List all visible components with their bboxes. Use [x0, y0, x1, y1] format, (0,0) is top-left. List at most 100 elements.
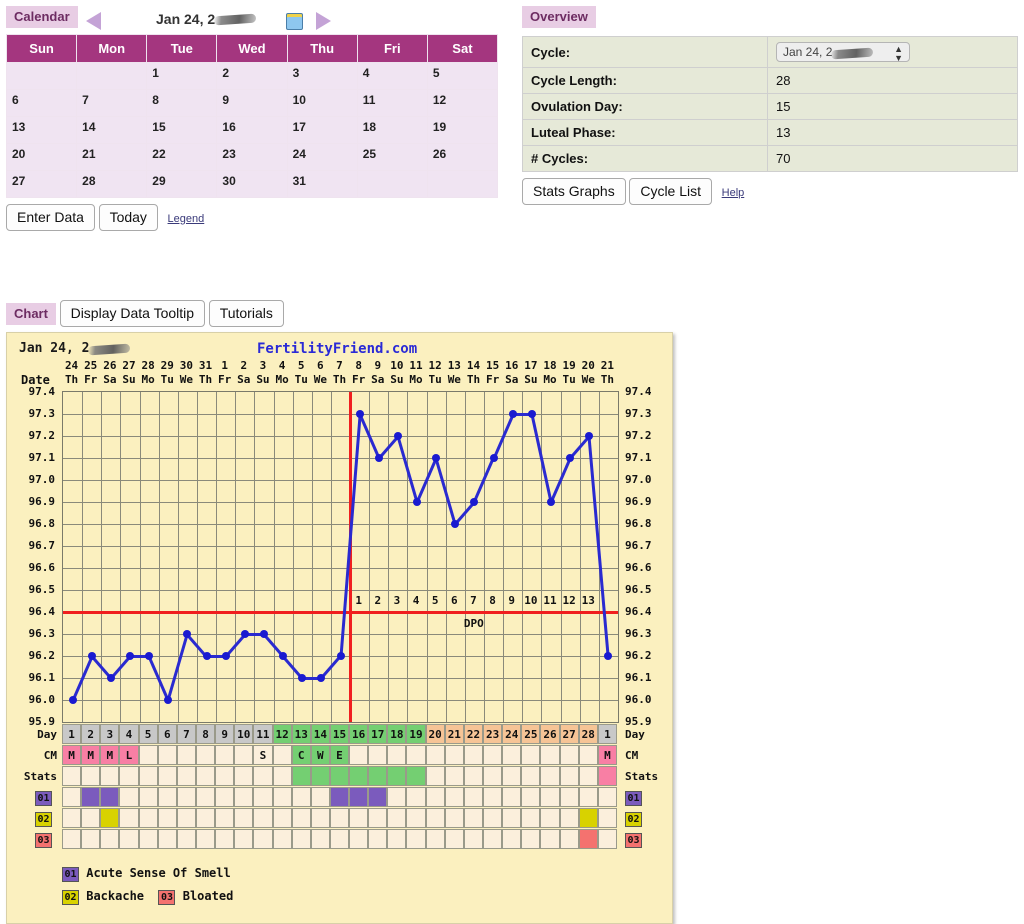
chart-stats-cell[interactable] — [81, 766, 101, 786]
chart-symptom-cell-01[interactable] — [597, 787, 617, 807]
chart-data-point[interactable] — [547, 498, 556, 506]
chart-symptom-cell-01[interactable] — [234, 787, 254, 807]
chart-cm-cell[interactable] — [521, 745, 541, 765]
chart-symptom-cell-01[interactable] — [62, 787, 82, 807]
chart-day-cell[interactable]: 11 — [253, 724, 273, 744]
calendar-day-2[interactable]: 2 — [216, 62, 288, 90]
chart-data-point[interactable] — [432, 454, 441, 462]
calendar-day-12[interactable]: 12 — [426, 89, 499, 117]
chart-stats-cell[interactable] — [463, 766, 484, 786]
chart-symptom-cell-02[interactable] — [272, 808, 292, 828]
calendar-day-31[interactable]: 31 — [286, 170, 358, 198]
calendar-day-6[interactable]: 6 — [5, 89, 78, 117]
chart-data-point[interactable] — [451, 520, 460, 528]
chart-data-point[interactable] — [604, 652, 613, 660]
chart-symptom-cell-03[interactable] — [502, 829, 522, 849]
chart-cm-cell[interactable] — [425, 745, 445, 765]
chart-cm-cell[interactable]: M — [81, 745, 101, 765]
chart-data-point[interactable] — [527, 410, 536, 418]
chart-symptom-cell-03[interactable] — [349, 829, 369, 849]
chart-symptom-cell-01[interactable] — [463, 787, 484, 807]
chart-cm-cell[interactable]: M — [100, 745, 120, 765]
chart-symptom-cell-03[interactable] — [483, 829, 503, 849]
chart-cm-cell[interactable] — [502, 745, 522, 765]
chart-symptom-cell-03[interactable] — [425, 829, 445, 849]
prev-month-icon[interactable] — [86, 12, 101, 30]
chart-data-point[interactable] — [221, 652, 230, 660]
chart-stats-cell[interactable] — [310, 766, 330, 786]
chart-stats-cell[interactable] — [176, 766, 196, 786]
chart-day-cell[interactable]: 13 — [291, 724, 311, 744]
calendar-day-26[interactable]: 26 — [426, 143, 499, 171]
chart-day-cell[interactable]: 5 — [138, 724, 158, 744]
chart-day-cell[interactable]: 1 — [597, 724, 617, 744]
chart-symptom-cell-03[interactable] — [176, 829, 196, 849]
chart-day-cell[interactable]: 7 — [176, 724, 196, 744]
chart-symptom-cell-03[interactable] — [291, 829, 311, 849]
chart-day-cell[interactable]: 17 — [368, 724, 388, 744]
chart-symptom-cell-02[interactable] — [597, 808, 617, 828]
chart-stats-cell[interactable] — [540, 766, 560, 786]
chart-symptom-cell-03[interactable] — [597, 829, 617, 849]
calendar-day-17[interactable]: 17 — [286, 116, 358, 144]
chart-symptom-cell-01[interactable] — [329, 787, 350, 807]
chart-data-point[interactable] — [489, 454, 498, 462]
chart-symptom-cell-03[interactable] — [81, 829, 101, 849]
chart-stats-cell[interactable] — [157, 766, 177, 786]
chart-symptom-cell-02[interactable] — [349, 808, 369, 828]
chart-day-cell[interactable]: 21 — [444, 724, 464, 744]
chart-cm-cell[interactable] — [272, 745, 292, 765]
tutorials-button[interactable]: Tutorials — [208, 300, 284, 327]
chart-cm-cell[interactable] — [349, 745, 369, 765]
chart-day-cell[interactable]: 9 — [215, 724, 235, 744]
chart-day-cell[interactable]: 18 — [387, 724, 407, 744]
chart-data-point[interactable] — [413, 498, 422, 506]
chart-stats-cell[interactable] — [138, 766, 158, 786]
calendar-day-3[interactable]: 3 — [286, 62, 358, 90]
chart-symptom-cell-01[interactable] — [195, 787, 216, 807]
chart-stats-cell[interactable] — [100, 766, 120, 786]
chart-symptom-cell-01[interactable] — [578, 787, 598, 807]
chart-cm-cell[interactable] — [157, 745, 177, 765]
next-month-icon[interactable] — [316, 12, 331, 30]
calendar-day-19[interactable]: 19 — [426, 116, 499, 144]
chart-symptom-cell-02[interactable] — [463, 808, 484, 828]
chart-stats-cell[interactable] — [329, 766, 350, 786]
chart-symptom-cell-03[interactable] — [329, 829, 350, 849]
chart-symptom-cell-01[interactable] — [387, 787, 407, 807]
chart-symptom-cell-03[interactable] — [234, 829, 254, 849]
calendar-day-16[interactable]: 16 — [216, 116, 288, 144]
chart-data-point[interactable] — [240, 630, 249, 638]
chart-symptom-cell-03[interactable] — [444, 829, 464, 849]
calendar-day-10[interactable]: 10 — [286, 89, 358, 117]
chart-stats-cell[interactable] — [425, 766, 445, 786]
chart-data-point[interactable] — [317, 674, 326, 682]
chart-symptom-cell-02[interactable] — [62, 808, 82, 828]
chart-day-cell[interactable]: 1 — [62, 724, 82, 744]
cycle-list-button[interactable]: Cycle List — [629, 178, 713, 205]
chart-cm-cell[interactable] — [463, 745, 484, 765]
calendar-day-4[interactable]: 4 — [356, 62, 428, 90]
chart-day-cell[interactable]: 26 — [540, 724, 560, 744]
chart-symptom-cell-01[interactable] — [540, 787, 560, 807]
chart-cm-cell[interactable]: L — [119, 745, 139, 765]
chart-stats-cell[interactable] — [559, 766, 579, 786]
calendar-day-22[interactable]: 22 — [146, 143, 218, 171]
chart-day-cell[interactable]: 14 — [310, 724, 330, 744]
chart-day-cell[interactable]: 20 — [425, 724, 445, 744]
chart-symptom-cell-01[interactable] — [502, 787, 522, 807]
chart-data-point[interactable] — [125, 652, 134, 660]
chart-cm-cell[interactable]: E — [329, 745, 350, 765]
chart-symptom-cell-01[interactable] — [425, 787, 445, 807]
chart-stats-cell[interactable] — [215, 766, 235, 786]
calendar-day-20[interactable]: 20 — [5, 143, 78, 171]
overview-value[interactable]: Jan 24, 2 ▲ ▼ — [767, 36, 1018, 68]
chart-cm-cell[interactable] — [444, 745, 464, 765]
chart-symptom-cell-01[interactable] — [291, 787, 311, 807]
chart-data-point[interactable] — [508, 410, 517, 418]
chart-symptom-cell-03[interactable] — [578, 829, 598, 849]
chart-symptom-cell-02[interactable] — [329, 808, 350, 828]
chart-symptom-cell-03[interactable] — [253, 829, 273, 849]
chart-symptom-cell-01[interactable] — [157, 787, 177, 807]
chart-cm-cell[interactable] — [368, 745, 388, 765]
